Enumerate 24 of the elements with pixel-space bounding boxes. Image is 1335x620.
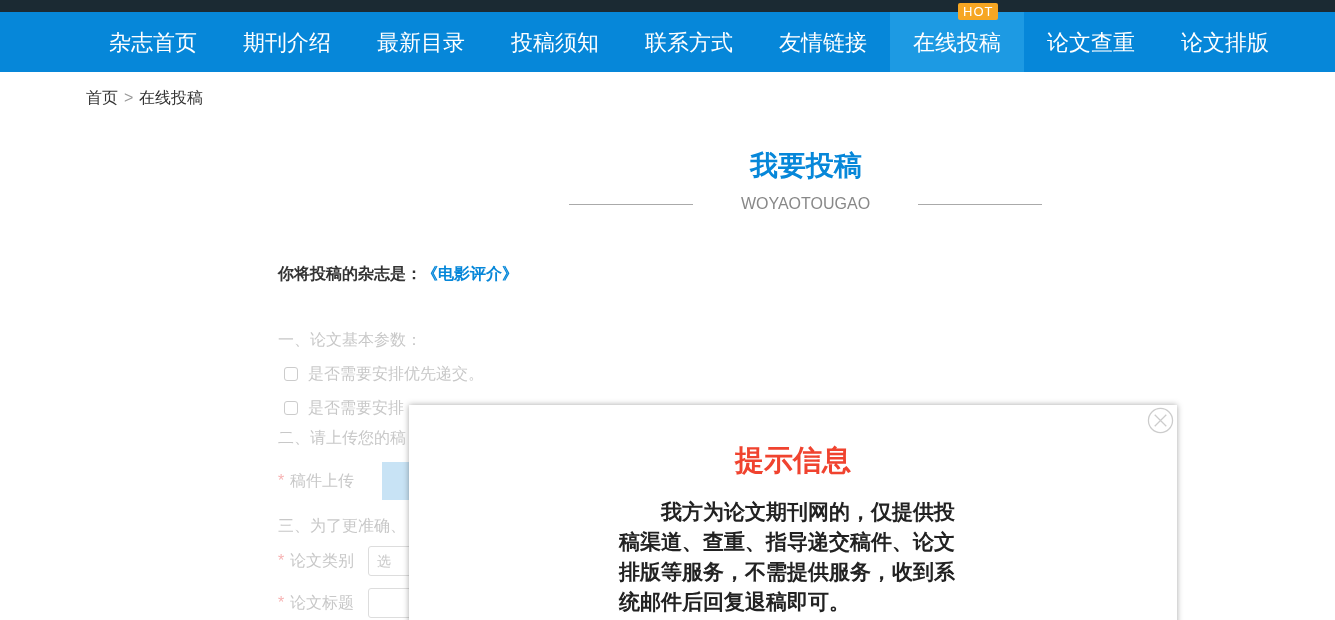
required-mark: *	[278, 593, 285, 613]
breadcrumb-link[interactable]: 首页	[86, 86, 118, 110]
nav-item[interactable]: 最新目录	[354, 12, 488, 72]
breadcrumb-separator: >	[124, 88, 134, 108]
close-button[interactable]	[1147, 407, 1174, 434]
nav-item[interactable]: 投稿须知	[488, 12, 622, 72]
required-mark: *	[278, 551, 285, 571]
checkbox[interactable]	[284, 367, 298, 381]
required-mark: *	[278, 471, 285, 491]
nav-item[interactable]: 论文查重	[1024, 12, 1158, 72]
hot-badge: HOT	[958, 3, 999, 20]
nav-item[interactable]: 友情链接	[756, 12, 890, 72]
journal-label: 你将投稿的杂志是：	[278, 264, 422, 284]
page-title: 我要投稿	[749, 149, 862, 183]
dialog-message: 我方为论文期刊网的，仅提供投稿渠道、查重、指导递交稿件、论文排版等服务，不需提供服务，收到系统邮件后回复退稿即可。	[619, 499, 956, 615]
checkbox[interactable]	[284, 401, 298, 415]
journal-link[interactable]: 《电影评介》	[422, 262, 518, 286]
nav-item[interactable]: 杂志首页	[86, 12, 220, 72]
nav-item[interactable]: 论文排版	[1158, 12, 1292, 72]
nav-item[interactable]: 期刊介绍	[220, 12, 354, 72]
page-subtitle: WOYAOTOUGAO	[740, 194, 871, 214]
breadcrumb-current: 在线投稿	[139, 88, 204, 108]
nav-item[interactable]: 联系方式	[622, 12, 756, 72]
dialog-title: 提示信息	[735, 443, 851, 478]
